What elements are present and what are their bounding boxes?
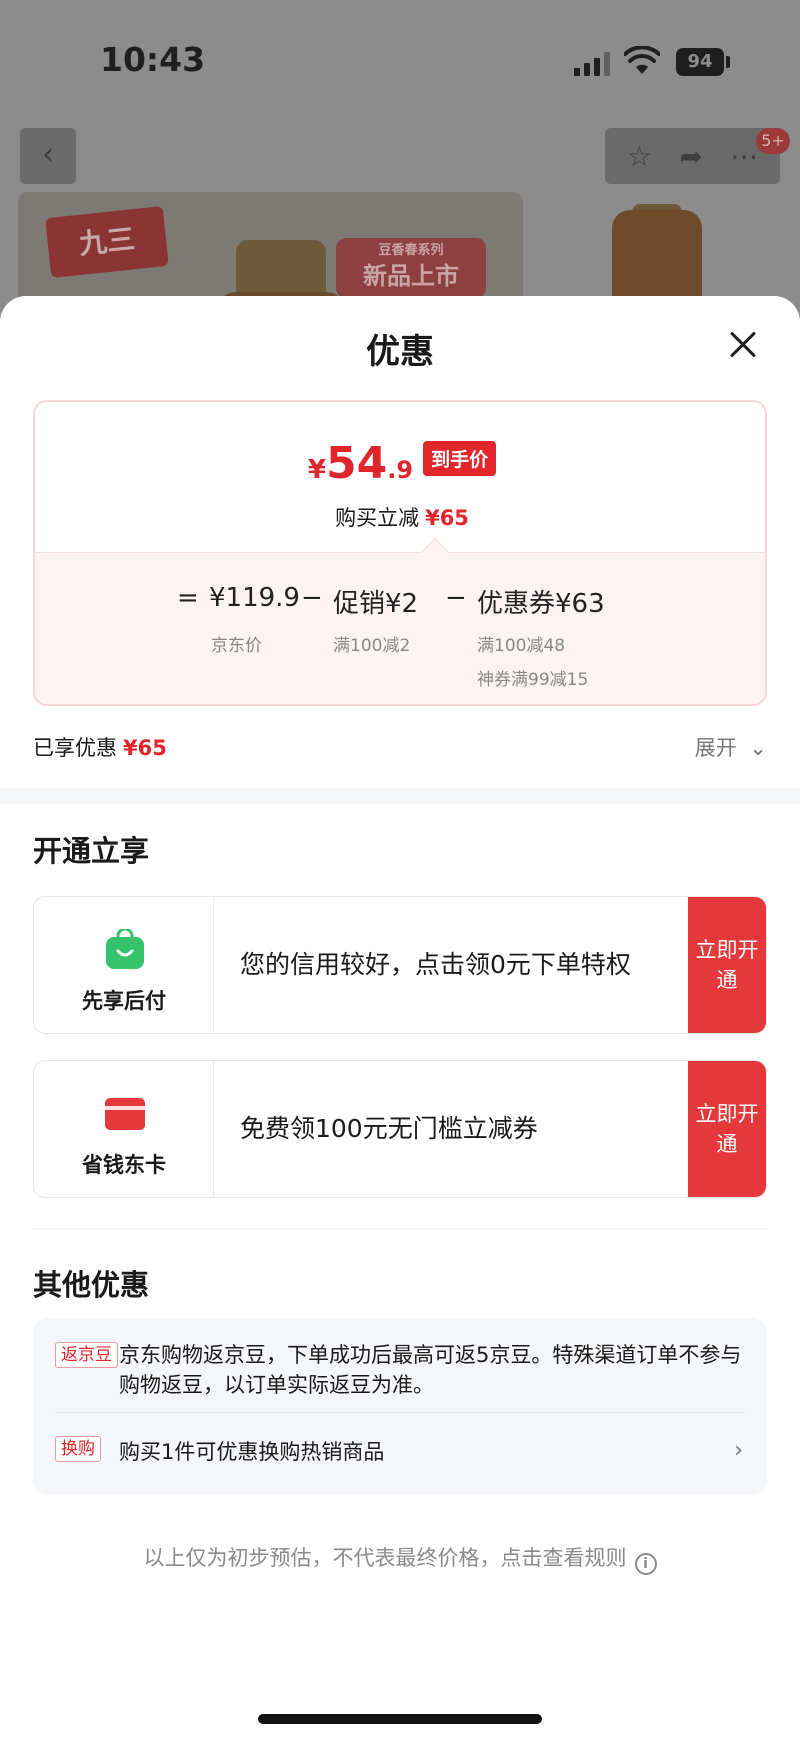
expand-button[interactable]: 展开 ⌄: [695, 732, 767, 762]
brand-logo: 九三: [45, 205, 169, 279]
back-button[interactable]: ‹: [20, 128, 76, 184]
sheet-title: 优惠: [366, 332, 434, 372]
chevron-right-icon: ›: [734, 1438, 743, 1463]
coupon-rule: 满100减48: [477, 636, 566, 656]
swap-text: 购买1件可优惠换购热销商品: [119, 1440, 385, 1464]
savings-card-name: 省钱东卡: [82, 1153, 166, 1177]
currency-symbol: ¥: [307, 455, 326, 485]
top-action-bar: ☆ ➦ ⋯: [605, 128, 780, 184]
final-price-tag: 到手价: [423, 441, 497, 476]
savings-card-text: 免费领100元无门槛立减券: [240, 1114, 538, 1143]
battery-icon: 94: [676, 48, 724, 76]
applied-discount-row: 已享优惠 ¥65 展开 ⌄: [33, 726, 767, 766]
banner-subtitle: 豆香春系列: [378, 243, 444, 258]
footnote-text: 以上仅为初步预估，不代表最终价格，点击查看规则: [143, 1546, 627, 1570]
promo-discount: 促销¥2: [333, 589, 419, 619]
chevron-left-icon: ‹: [42, 137, 54, 172]
promo-rule: 满100减2: [333, 636, 411, 656]
status-time: 10:43: [100, 40, 206, 79]
pay-later-name: 先享后付: [82, 989, 166, 1013]
pay-later-left: 先享后付: [34, 897, 214, 1033]
savings-card[interactable]: 省钱东卡 免费领100元无门槛立减券 立即开通: [33, 1060, 767, 1198]
swap-purchase-row[interactable]: 换购 购买1件可优惠换购热销商品 ›: [55, 1432, 745, 1472]
final-price: ¥54.9 到手价: [35, 438, 765, 489]
info-icon[interactable]: i: [634, 1553, 657, 1575]
shopping-bag-icon: [106, 929, 144, 969]
status-bar: 10:43 94: [0, 0, 800, 120]
swap-tag: 换购: [55, 1436, 101, 1462]
pay-later-text: 您的信用较好，点击领0元下单特权: [240, 950, 631, 979]
new-product-banner: 豆香春系列 新品上市: [336, 238, 486, 298]
applied-discount-label: 已享优惠: [33, 736, 117, 760]
final-price-section: ¥54.9 到手价 购买立减 ¥65: [35, 402, 765, 552]
close-icon[interactable]: [724, 324, 764, 364]
more-icon[interactable]: ⋯: [730, 140, 758, 173]
section-divider: [0, 788, 800, 804]
card-icon: [105, 1098, 145, 1130]
background-page: 10:43 94 ‹ ☆ ➦ ⋯ 5+ 九三 豆香春系列 新品上市: [0, 0, 800, 340]
share-icon[interactable]: ➦: [679, 140, 702, 173]
jd-bean-text: 京东购物返京豆，下单成功后最高可返5京豆。特殊渠道订单不参与购物返豆，以订单实际…: [119, 1343, 742, 1397]
instant-discount-label: 购买立减: [335, 506, 420, 530]
battery-tip: [726, 56, 730, 68]
jd-bean-tag: 返京豆: [55, 1342, 118, 1368]
instant-discount-amount: ¥65: [425, 506, 469, 530]
price-integer: 54: [326, 438, 388, 489]
price-decimal: .9: [387, 456, 414, 484]
discount-sheet: 优惠 ¥54.9 到手价 购买立减 ¥65 = ¥119.9 京东价 − 促销¥2 …: [0, 296, 800, 1739]
divider: [33, 1228, 767, 1229]
coupon-rule: 神券满99减15: [477, 670, 589, 690]
divider: [55, 1412, 745, 1413]
star-icon[interactable]: ☆: [627, 140, 652, 173]
minus-sign: −: [445, 583, 467, 613]
price-card: ¥54.9 到手价 购买立减 ¥65 = ¥119.9 京东价 − 促销¥2 满10…: [33, 400, 767, 706]
jd-price-label: 京东价: [211, 636, 262, 656]
other-discounts-box: 返京豆 京东购物返京豆，下单成功后最高可返5京豆。特殊渠道订单不参与购物返豆，以…: [33, 1318, 767, 1494]
price-breakdown: = ¥119.9 京东价 − 促销¥2 满100减2 − 优惠券¥63 满100…: [35, 552, 765, 704]
wifi-icon: [624, 46, 660, 74]
bottle-cap: [236, 240, 326, 300]
minus-sign: −: [301, 583, 323, 613]
banner-title: 新品上市: [363, 262, 459, 290]
section-title-open: 开通立享: [33, 834, 150, 868]
footnote[interactable]: 以上仅为初步预估，不代表最终价格，点击查看规则 i: [0, 1542, 800, 1575]
notification-badge: 5+: [756, 128, 790, 154]
instant-discount: 购买立减 ¥65: [35, 502, 765, 532]
savings-card-left: 省钱东卡: [34, 1061, 214, 1197]
equals-sign: =: [177, 583, 199, 613]
jd-price: ¥119.9: [209, 583, 300, 613]
applied-discount: 已享优惠 ¥65: [33, 732, 167, 762]
section-title-other: 其他优惠: [33, 1268, 150, 1302]
cellular-signal-icon: [574, 52, 610, 76]
home-indicator: [258, 1714, 542, 1724]
coupon-discount: 优惠券¥63: [477, 589, 605, 619]
chevron-down-icon: ⌄: [749, 736, 767, 760]
expand-label: 展开: [694, 736, 737, 760]
applied-discount-amount: ¥65: [123, 736, 167, 760]
open-now-button[interactable]: 立即开通: [688, 1061, 766, 1197]
pay-later-card[interactable]: 先享后付 您的信用较好，点击领0元下单特权 立即开通: [33, 896, 767, 1034]
open-now-button[interactable]: 立即开通: [688, 897, 766, 1033]
